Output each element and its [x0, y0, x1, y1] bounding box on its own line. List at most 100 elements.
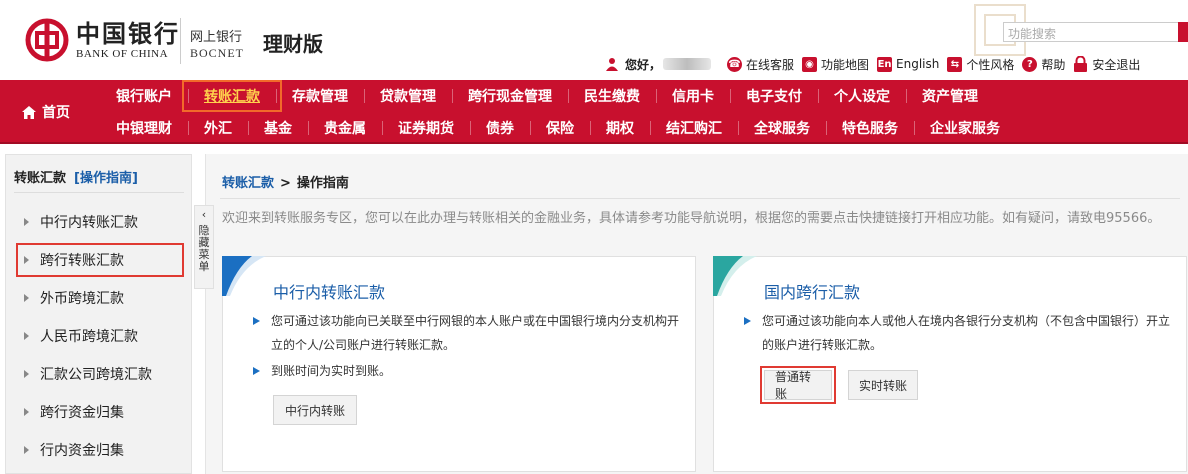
sidebar-header: 转账汇款 [操作指南] — [14, 167, 184, 193]
headset-icon: ☎ — [727, 56, 743, 72]
nav-item[interactable]: 资产管理 — [906, 86, 994, 106]
breadcrumb-current: 操作指南 — [296, 176, 349, 191]
nav-item[interactable]: 电子支付 — [730, 86, 818, 106]
sidebar-item[interactable]: 外币跨境汇款 — [6, 279, 193, 317]
nav-item[interactable]: 跨行现金管理 — [452, 86, 568, 106]
masked-username — [663, 58, 712, 70]
intrabank-transfer-button[interactable]: 中行内转账 — [273, 395, 357, 425]
nav-item[interactable]: 民生缴费 — [568, 86, 656, 106]
nav-item[interactable]: 个人设定 — [818, 86, 906, 106]
sidebar-item[interactable]: 行内资金归集 — [6, 431, 193, 469]
hide-menu-toggle[interactable]: ‹ 隐藏菜单 — [194, 205, 214, 289]
caret-right-icon — [24, 446, 29, 454]
logo-chinese-name: 中国银行 — [76, 19, 180, 48]
operation-guide-link[interactable]: [操作指南] — [74, 171, 138, 186]
greeting-text: 您好， — [625, 57, 662, 72]
function-map-link[interactable]: ◉ 功能地图 — [802, 56, 869, 73]
nav-item[interactable]: 全球服务 — [738, 118, 826, 138]
nav-item[interactable]: 特色服务 — [826, 118, 914, 138]
greeting: 您好， — [605, 56, 719, 73]
online-service-link[interactable]: ☎ 在线客服 — [727, 56, 794, 73]
english-link[interactable]: En English — [877, 56, 940, 72]
breadcrumb-separator: > — [280, 176, 291, 191]
home-icon — [22, 105, 36, 119]
nav-item-transfer-active[interactable]: 转账汇款 — [182, 80, 282, 112]
function-map-label: 功能地图 — [821, 57, 870, 72]
en-icon: En — [877, 56, 893, 72]
normal-transfer-button[interactable]: 普通转账 — [760, 366, 836, 404]
card-title: 中行内转账汇款 — [273, 283, 386, 302]
netbank-label: 网上银行 — [190, 30, 243, 45]
main-nav: 首页 银行账户 转账汇款 存款管理 贷款管理 跨行现金管理 民生缴费 信用卡 电… — [0, 80, 1188, 144]
breadcrumb-link[interactable]: 转账汇款 — [222, 176, 274, 191]
nav-item[interactable]: 基金 — [248, 118, 308, 138]
nav-item[interactable]: 信用卡 — [656, 86, 730, 106]
logout-link[interactable]: 安全退出 — [1073, 56, 1140, 73]
intro-text: 欢迎来到转账服务专区，您可以在此办理与转账相关的金融业务，具体请参考功能导航说明… — [222, 211, 1161, 226]
sidebar-item-interbank-selected[interactable]: 跨行转账汇款 — [14, 241, 186, 279]
home-nav-item[interactable]: 首页 — [0, 80, 92, 144]
realtime-transfer-button[interactable]: 实时转账 — [848, 370, 918, 400]
card-intrabank-transfer: 中行内转账汇款 您可通过该功能向已关联至中行网银的本人账户或在中国银行境内分支机… — [222, 256, 696, 472]
netbank-english-label: BOCNET — [190, 46, 244, 60]
logo-english-name: BANK OF CHINA — [76, 48, 169, 60]
nav-item[interactable]: 保险 — [530, 118, 590, 138]
nav-item[interactable]: 存款管理 — [276, 86, 364, 106]
nav-item[interactable]: 证券期货 — [382, 118, 470, 138]
card-title: 国内跨行汇款 — [764, 283, 861, 302]
sidebar-item-label: 跨行转账汇款 — [40, 253, 124, 269]
breadcrumb: 转账汇款 > 操作指南 — [222, 172, 349, 191]
swap-icon: ⇆ — [947, 56, 963, 72]
sidebar-item[interactable]: 跨行资金归集 — [6, 393, 193, 431]
function-search-input[interactable]: 功能搜索 — [1003, 22, 1188, 42]
nav-item[interactable]: 债券 — [470, 118, 530, 138]
sidebar-item-label: 跨行资金归集 — [40, 405, 124, 421]
logout-label: 安全退出 — [1092, 57, 1141, 72]
sidebar-item[interactable]: 汇款公司跨境汇款 — [6, 355, 193, 393]
card-bullet: 您可通过该功能向本人或他人在境内各银行分支机构（不包含中国银行）开立的账户进行转… — [740, 309, 1170, 357]
search-button[interactable] — [1178, 22, 1188, 42]
card-corner-decoration — [713, 256, 757, 296]
top-links: 您好， ☎ 在线客服 ◉ 功能地图 En English ⇆ 个性风格 ? 帮助 — [605, 54, 1148, 74]
bank-of-china-logo[interactable] — [25, 18, 69, 62]
help-icon: ? — [1022, 56, 1038, 72]
caret-right-icon — [24, 370, 29, 378]
caret-right-icon — [24, 218, 29, 226]
main-content: 转账汇款 > 操作指南 欢迎来到转账服务专区，您可以在此办理与转账相关的金融业务，具… — [205, 154, 1188, 474]
sidebar-item-label: 中行内转账汇款 — [40, 215, 138, 231]
style-label: 个性风格 — [966, 57, 1015, 72]
caret-right-icon — [24, 408, 29, 416]
sidebar-item-label: 汇款公司跨境汇款 — [40, 367, 152, 383]
nav-item[interactable]: 期权 — [590, 118, 650, 138]
sidebar-item-label: 外币跨境汇款 — [40, 291, 124, 307]
nav-item[interactable]: 贵金属 — [308, 118, 382, 138]
nav-item[interactable]: 中银理财 — [100, 118, 188, 138]
card-bullet: 您可通过该功能向已关联至中行网银的本人账户或在中国银行境内分支机构开立的个人/公… — [249, 309, 679, 357]
chevron-left-icon: ‹ — [201, 208, 207, 221]
help-label: 帮助 — [1041, 57, 1066, 72]
nav-item[interactable]: 贷款管理 — [364, 86, 452, 106]
user-icon — [606, 58, 618, 71]
style-link[interactable]: ⇆ 个性风格 — [947, 56, 1014, 73]
sidebar-item[interactable]: 人民币跨境汇款 — [6, 317, 193, 355]
caret-right-icon — [24, 332, 29, 340]
nav-item[interactable]: 银行账户 — [100, 86, 188, 106]
home-label: 首页 — [42, 105, 70, 121]
nav-item[interactable]: 企业家服务 — [914, 118, 1016, 138]
sidebar-item[interactable]: 中行内转账汇款 — [6, 203, 193, 241]
nav-item[interactable]: 外汇 — [188, 118, 248, 138]
map-pin-icon: ◉ — [802, 56, 818, 72]
nav-item[interactable]: 结汇购汇 — [650, 118, 738, 138]
sidebar-item-label: 行内资金归集 — [40, 443, 124, 459]
help-link[interactable]: ? 帮助 — [1022, 56, 1065, 73]
nav-row-1: 银行账户 转账汇款 存款管理 贷款管理 跨行现金管理 民生缴费 信用卡 电子支付… — [100, 80, 994, 112]
hide-menu-label: 隐藏菜单 — [198, 224, 210, 273]
caret-right-icon — [24, 256, 29, 264]
online-service-label: 在线客服 — [746, 57, 795, 72]
card-corner-decoration — [222, 256, 266, 296]
sidebar-title: 转账汇款 — [14, 171, 67, 186]
lock-icon — [1074, 56, 1088, 72]
card-bullet: 到账时间为实时到账。 — [249, 359, 679, 383]
english-label: English — [896, 57, 940, 71]
caret-right-icon — [24, 294, 29, 302]
